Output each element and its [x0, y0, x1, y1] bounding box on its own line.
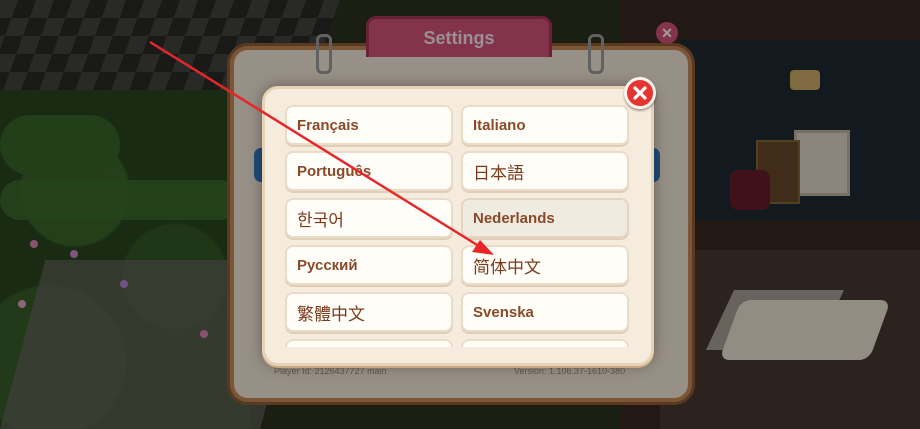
- settings-title: Settings: [366, 16, 552, 57]
- language-option-nederlands[interactable]: Nederlands: [461, 198, 629, 238]
- language-popup: Français Italiano Português 日本語 한국어 Nede…: [262, 86, 654, 366]
- language-option-japanese[interactable]: 日本語: [461, 151, 629, 191]
- language-option-italiano[interactable]: Italiano: [461, 105, 629, 145]
- language-option-portugues[interactable]: Português: [285, 151, 453, 191]
- binder-ring-icon: [588, 34, 604, 74]
- language-option-partial[interactable]: [461, 339, 629, 347]
- language-option-simplified-chinese[interactable]: 简体中文: [461, 245, 629, 285]
- close-popup-button[interactable]: [624, 77, 656, 109]
- language-option-svenska[interactable]: Svenska: [461, 292, 629, 332]
- player-id-text: Player Id: 2126437727 main: [274, 366, 387, 376]
- version-text: Version: 1.106.37-1610-380: [514, 366, 626, 376]
- language-option-partial[interactable]: [285, 339, 453, 347]
- close-x-icon: [633, 86, 647, 100]
- language-option-traditional-chinese[interactable]: 繁體中文: [285, 292, 453, 332]
- language-option-korean[interactable]: 한국어: [285, 198, 453, 238]
- binder-ring-icon: [316, 34, 332, 74]
- language-option-russian[interactable]: Русский: [285, 245, 453, 285]
- language-option-francais[interactable]: Français: [285, 105, 453, 145]
- settings-close-icon[interactable]: ✕: [656, 22, 678, 44]
- language-list[interactable]: Français Italiano Português 日本語 한국어 Nede…: [281, 101, 637, 347]
